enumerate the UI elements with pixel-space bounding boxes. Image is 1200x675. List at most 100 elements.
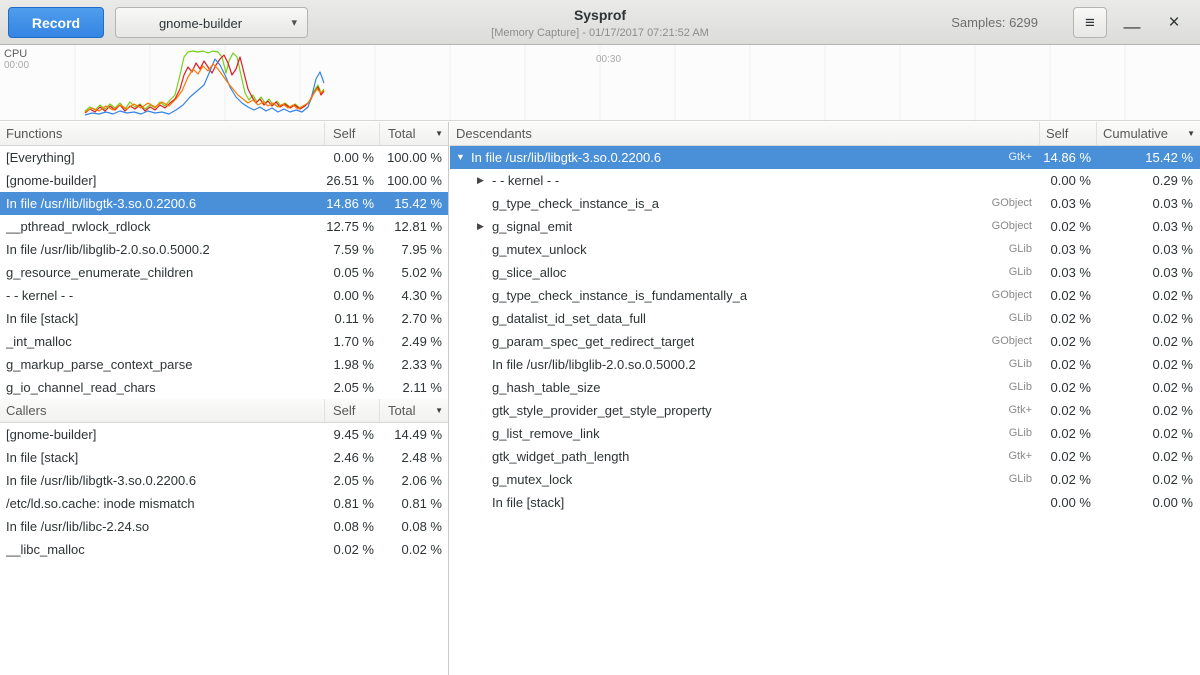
self-percent: 2.05 % [325,376,380,399]
table-row[interactable]: [gnome-builder]9.45 %14.49 % [0,423,448,446]
column-header-callers[interactable]: Callers [0,399,325,422]
table-row[interactable]: In file [stack]0.11 %2.70 % [0,307,448,330]
table-row[interactable]: In file /usr/lib/libgtk-3.so.0.2200.614.… [0,192,448,215]
table-row[interactable]: g_markup_parse_context_parse1.98 %2.33 % [0,353,448,376]
table-row[interactable]: [Everything]0.00 %100.00 % [0,146,448,169]
column-header-total-label: Total [388,403,415,418]
cumulative-percent: 0.03 % [1097,215,1200,238]
column-header-functions[interactable]: Functions [0,122,325,145]
tree-row[interactable]: ▶- - kernel - - 0.00 %0.29 % [450,169,1200,192]
column-header-cumulative[interactable]: Cumulative ▼ [1097,122,1200,145]
expander-closed-icon[interactable]: ▶ [477,215,492,238]
cumulative-percent: 0.29 % [1097,169,1200,192]
library-tag: GLib [1009,422,1040,445]
cpu-green-line [85,51,324,111]
table-row[interactable]: __libc_malloc0.02 %0.02 % [0,538,448,561]
self-percent: 0.02 % [1040,468,1097,491]
minimize-button[interactable]: — [1116,7,1148,38]
table-row[interactable]: [gnome-builder]26.51 %100.00 % [0,169,448,192]
tree-row[interactable]: g_mutex_lockGLib0.02 %0.02 % [450,468,1200,491]
function-name: [gnome-builder] [0,169,325,192]
self-percent: 2.05 % [325,469,380,492]
cumulative-percent: 0.03 % [1097,261,1200,284]
table-row[interactable]: __pthread_rwlock_rdlock12.75 %12.81 % [0,215,448,238]
column-header-total[interactable]: Total ▼ [380,122,448,145]
self-percent: 0.02 % [1040,399,1097,422]
table-row[interactable]: In file /usr/lib/libc-2.24.so0.08 %0.08 … [0,515,448,538]
tree-row[interactable]: g_type_check_instance_is_fundamentally_a… [450,284,1200,307]
tree-row[interactable]: In file /usr/lib/libglib-2.0.so.0.5000.2… [450,353,1200,376]
column-header-total[interactable]: Total ▼ [380,399,448,422]
function-name: In file /usr/lib/libgtk-3.so.0.2200.6 [0,469,325,492]
function-name: - - kernel - - [492,169,559,192]
close-icon: × [1168,12,1179,33]
self-percent: 1.98 % [325,353,380,376]
column-header-self[interactable]: Self [325,122,380,145]
function-name: g_type_check_instance_is_fundamentally_a [492,284,747,307]
table-row[interactable]: _int_malloc1.70 %2.49 % [0,330,448,353]
expander-closed-icon[interactable]: ▶ [477,169,492,192]
callers-table-body: [gnome-builder]9.45 %14.49 %In file [sta… [0,423,448,561]
self-percent: 0.00 % [1040,169,1097,192]
cumulative-percent: 0.02 % [1097,399,1200,422]
self-percent: 0.03 % [1040,238,1097,261]
table-row[interactable]: /etc/ld.so.cache: inode mismatch0.81 %0.… [0,492,448,515]
descendant-name-cell: g_datalist_id_set_data_fullGLib [450,307,1040,330]
timeline-tick-start: 00:00 [4,60,29,71]
total-percent: 7.95 % [380,238,448,261]
right-pane: Descendants Self Cumulative ▼ ▼In file /… [450,122,1200,675]
table-row[interactable]: In file [stack]2.46 %2.48 % [0,446,448,469]
column-header-self[interactable]: Self [325,399,380,422]
self-percent: 0.03 % [1040,192,1097,215]
tree-row[interactable]: g_mutex_unlockGLib0.03 %0.03 % [450,238,1200,261]
library-tag: GLib [1009,468,1040,491]
process-selector-dropdown[interactable]: gnome-builder ▾ [115,7,308,38]
function-name: In file /usr/lib/libgtk-3.so.0.2200.6 [471,146,661,169]
functions-table-header: Functions Self Total ▼ [0,122,448,146]
tree-row[interactable]: g_type_check_instance_is_aGObject0.03 %0… [450,192,1200,215]
total-percent: 15.42 % [380,192,448,215]
library-tag: Gtk+ [1008,146,1040,169]
tree-row[interactable]: g_param_spec_get_redirect_targetGObject0… [450,330,1200,353]
tree-row[interactable]: g_slice_allocGLib0.03 %0.03 % [450,261,1200,284]
tree-row[interactable]: gtk_widget_path_lengthGtk+0.02 %0.02 % [450,445,1200,468]
descendants-table-body: ▼In file /usr/lib/libgtk-3.so.0.2200.6 Gt… [450,146,1200,514]
cpu-usage-chart[interactable]: CPU 00:00 00:30 [0,45,1200,121]
column-header-descendants[interactable]: Descendants [450,122,1040,145]
table-row[interactable]: In file /usr/lib/libglib-2.0.so.0.5000.2… [0,238,448,261]
self-percent: 12.75 % [325,215,380,238]
cumulative-percent: 15.42 % [1097,146,1200,169]
tree-row[interactable]: ▼In file /usr/lib/libgtk-3.so.0.2200.6 Gt… [450,146,1200,169]
table-row[interactable]: g_io_channel_read_chars2.05 %2.11 % [0,376,448,399]
tree-row[interactable]: gtk_style_provider_get_style_propertyGtk… [450,399,1200,422]
self-percent: 26.51 % [325,169,380,192]
tree-row[interactable]: g_datalist_id_set_data_fullGLib0.02 %0.0… [450,307,1200,330]
tree-row[interactable]: ▶g_signal_emitGObject0.02 %0.03 % [450,215,1200,238]
sort-indicator-icon: ▼ [1187,129,1195,138]
library-tag: GLib [1009,261,1040,284]
menu-button[interactable]: ≡ [1073,7,1107,38]
self-percent: 14.86 % [1040,146,1097,169]
table-row[interactable]: g_resource_enumerate_children0.05 %5.02 … [0,261,448,284]
library-tag: GLib [1009,238,1040,261]
record-button[interactable]: Record [8,7,104,38]
tree-row[interactable]: In file [stack]0.00 %0.00 % [450,491,1200,514]
sort-indicator-icon: ▼ [435,129,443,138]
cumulative-percent: 0.03 % [1097,192,1200,215]
tree-row[interactable]: g_list_remove_linkGLib0.02 %0.02 % [450,422,1200,445]
self-percent: 0.02 % [1040,284,1097,307]
descendant-name-cell: gtk_style_provider_get_style_propertyGtk… [450,399,1040,422]
tree-row[interactable]: g_hash_table_sizeGLib0.02 %0.02 % [450,376,1200,399]
close-button[interactable]: × [1158,7,1190,38]
table-row[interactable]: - - kernel - -0.00 %4.30 % [0,284,448,307]
expander-open-icon[interactable]: ▼ [456,146,471,169]
descendant-name-cell: g_mutex_lock GLib [450,468,1040,491]
column-header-self[interactable]: Self [1040,122,1097,145]
column-header-total-label: Total [388,126,415,141]
function-name: gtk_widget_path_length [492,445,629,468]
table-row[interactable]: In file /usr/lib/libgtk-3.so.0.2200.62.0… [0,469,448,492]
process-selector-value: gnome-builder [116,16,285,31]
self-percent: 9.45 % [325,423,380,446]
function-name: g_mutex_lock [492,468,572,491]
total-percent: 12.81 % [380,215,448,238]
